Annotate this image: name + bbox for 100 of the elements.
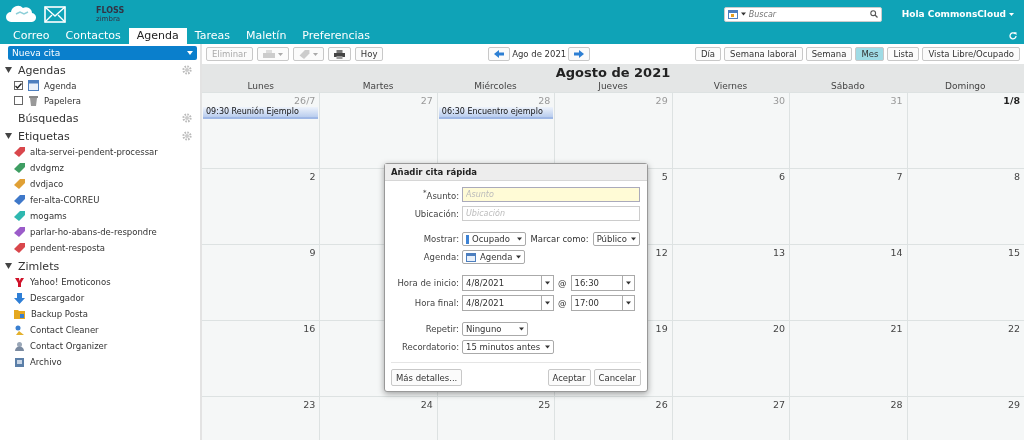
refresh-icon[interactable] — [1008, 31, 1018, 41]
location-field[interactable]: Ubicación — [462, 206, 640, 221]
caret-icon — [631, 237, 636, 241]
next-button[interactable] — [568, 47, 591, 61]
previous-button[interactable] — [488, 47, 511, 61]
section-title[interactable]: Búsquedas — [18, 111, 176, 125]
tag-name[interactable]: fer-alta-CORREU — [30, 195, 100, 205]
search-icon[interactable] — [869, 10, 878, 18]
day-number[interactable]: 19 — [655, 321, 672, 334]
folder-icon — [14, 308, 26, 320]
today-button[interactable]: Hoy — [354, 47, 384, 61]
day-number[interactable]: 29 — [1007, 397, 1024, 410]
tag-name[interactable]: mogams — [30, 211, 67, 221]
day-number[interactable]: 7 — [896, 169, 907, 182]
day-number[interactable]: 24 — [420, 397, 437, 410]
day-number[interactable]: 6 — [779, 169, 790, 182]
person-icon — [14, 340, 25, 352]
calendar-name[interactable]: Agenda — [44, 80, 77, 91]
at-sign: @ — [558, 298, 567, 308]
day-number[interactable]: 5 — [661, 169, 672, 182]
date-field[interactable]: 4/8/2021 — [462, 275, 554, 291]
day-number[interactable]: 15 — [1007, 245, 1024, 258]
weekday-label: Sábado — [830, 80, 866, 92]
checkbox[interactable] — [14, 81, 23, 90]
day-number[interactable]: 1/8 — [1003, 93, 1024, 106]
day-number[interactable]: 27 — [773, 397, 790, 410]
field-label: Recordatorio: — [400, 342, 459, 352]
weekday-label: Domingo — [943, 80, 987, 92]
tag-name[interactable]: parlar-ho-abans-de-respondre — [30, 227, 157, 237]
day-number[interactable]: 20 — [773, 321, 790, 334]
zimlet-name[interactable]: Backup Posta — [31, 309, 88, 319]
checkbox[interactable] — [14, 96, 23, 105]
right-arrow-icon — [574, 50, 585, 58]
caret-icon — [187, 51, 193, 55]
section-title[interactable]: Zimlets — [18, 259, 192, 273]
section-title[interactable]: Agendas — [18, 63, 176, 77]
expand-triangle-icon[interactable] — [5, 67, 12, 73]
day-number[interactable]: 26 — [655, 397, 672, 410]
view-button[interactable]: Día — [694, 47, 722, 61]
calendar-name[interactable]: Papelera — [44, 95, 81, 106]
field-label: Agenda: — [422, 252, 459, 262]
section-title[interactable]: Etiquetas — [18, 129, 176, 143]
view-button[interactable]: Mes — [855, 47, 885, 61]
view-button[interactable]: Vista Libre/Ocupado — [922, 47, 1020, 61]
cloud-logo-icon — [6, 4, 36, 24]
month-title: Agosto de 2021 — [554, 66, 672, 80]
expand-triangle-icon[interactable] — [5, 133, 12, 139]
day-number[interactable]: 8 — [1013, 169, 1024, 182]
day-number[interactable]: 28 — [890, 397, 907, 410]
day-number[interactable]: 2 — [309, 169, 320, 182]
zimlet-name[interactable]: Archivo — [30, 357, 62, 367]
weekday-label: Miércoles — [473, 80, 518, 92]
view-button[interactable]: Lista — [887, 47, 920, 61]
day-number[interactable]: 23 — [303, 397, 320, 410]
tag-icon — [298, 49, 310, 59]
search-bar[interactable]: Buscar — [723, 6, 882, 22]
weekday-label: Jueves — [596, 80, 629, 92]
view-button[interactable]: Semana — [805, 47, 853, 61]
day-number[interactable]: 25 — [538, 397, 555, 410]
reminder-dropdown[interactable]: 15 minutos antes — [462, 340, 554, 354]
tag-name[interactable]: dvdgmz — [30, 163, 64, 173]
calendar-icon — [466, 252, 476, 262]
privacy-dropdown[interactable]: Público — [592, 232, 640, 246]
time-field[interactable]: 16:30 — [570, 275, 635, 291]
tag-name[interactable]: alta-servei-pendent-processar — [30, 147, 158, 157]
day-number[interactable]: 12 — [655, 245, 672, 258]
day-number[interactable]: 9 — [309, 245, 320, 258]
dialog-button[interactable]: Aceptar — [547, 369, 591, 386]
day-number[interactable]: 16 — [303, 321, 320, 334]
event-bar[interactable]: 09:30 Reunión Ejemplo — [203, 107, 319, 119]
dialog-button[interactable]: Cancelar — [593, 369, 641, 386]
day-number[interactable]: 14 — [890, 245, 907, 258]
subject-field[interactable]: Asunto — [462, 187, 640, 202]
field-label: Repetir: — [424, 324, 459, 334]
day-number[interactable]: 21 — [890, 321, 907, 334]
repeat-dropdown[interactable]: Ninguno — [462, 322, 528, 336]
event-bar[interactable]: 06:30 Encuentro ejemplo — [438, 107, 554, 119]
zimlet-name[interactable]: Contact Cleaner — [30, 325, 99, 335]
zimlet-name[interactable]: Contact Organizer — [30, 341, 108, 351]
dialog-button[interactable]: Más detalles... — [391, 369, 463, 386]
day-number[interactable]: 13 — [773, 245, 790, 258]
expand-triangle-icon[interactable] — [5, 263, 12, 269]
day-number[interactable]: 22 — [1007, 321, 1024, 334]
zimlet-name[interactable]: Descargador — [30, 293, 85, 303]
archive-icon — [14, 356, 25, 368]
zimlet-name[interactable]: Yahoo! Emoticonos — [30, 277, 111, 287]
trash-icon — [28, 95, 39, 106]
search-input[interactable]: Buscar — [748, 9, 867, 19]
caret-icon — [277, 52, 283, 56]
show-as-dropdown[interactable]: Ocupado — [462, 232, 527, 246]
date-field[interactable]: 4/8/2021 — [462, 295, 554, 311]
envelope-icon — [44, 5, 66, 23]
print-button[interactable] — [327, 47, 351, 61]
new-appointment-button[interactable]: Nueva cita — [8, 46, 197, 60]
tag-name[interactable]: dvdjaco — [30, 179, 64, 189]
time-field[interactable]: 17:00 — [570, 295, 635, 311]
view-button[interactable]: Semana laboral — [724, 47, 803, 61]
nav-tab[interactable]: Agenda — [128, 28, 187, 44]
tag-name[interactable]: pendent-resposta — [30, 243, 105, 253]
calendar-dropdown[interactable]: Agenda — [462, 250, 526, 264]
